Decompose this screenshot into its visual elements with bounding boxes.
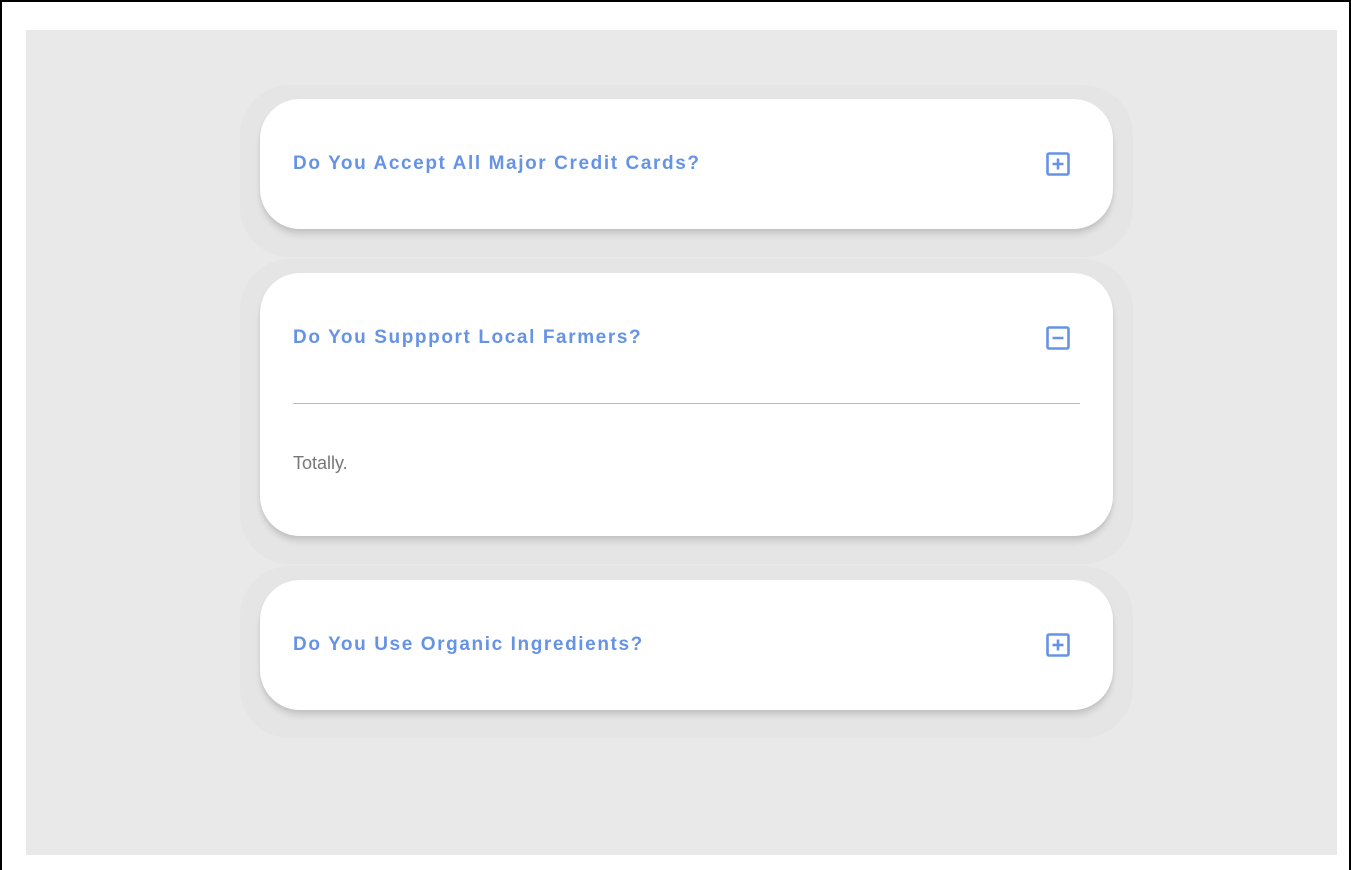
faq-toggle-header[interactable]: Do You Accept All Major Credit Cards?: [260, 99, 1113, 229]
faq-item-wrapper: Do You Accept All Major Credit Cards?: [240, 85, 1133, 257]
faq-item-wrapper: Do You Suppport Local Farmers? Totally.: [240, 259, 1133, 564]
faq-item-credit-cards: Do You Accept All Major Credit Cards?: [260, 99, 1113, 229]
faq-item-local-farmers: Do You Suppport Local Farmers? Totally.: [260, 273, 1113, 536]
page-background: Do You Accept All Major Credit Cards? Do…: [26, 30, 1337, 855]
faq-toggle-header[interactable]: Do You Suppport Local Farmers?: [260, 273, 1113, 403]
faq-item-wrapper: Do You Use Organic Ingredients?: [240, 566, 1133, 738]
minus-square-icon[interactable]: [1046, 326, 1070, 350]
faq-question: Do You Suppport Local Farmers?: [293, 327, 643, 348]
faq-question: Do You Use Organic Ingredients?: [293, 634, 644, 655]
plus-square-icon[interactable]: [1046, 152, 1070, 176]
faq-item-organic-ingredients: Do You Use Organic Ingredients?: [260, 580, 1113, 710]
faq-answer: Totally.: [293, 453, 348, 473]
faq-list: Do You Accept All Major Credit Cards? Do…: [240, 85, 1133, 754]
plus-square-icon[interactable]: [1046, 633, 1070, 657]
faq-toggle-header[interactable]: Do You Use Organic Ingredients?: [260, 580, 1113, 710]
page-frame: Do You Accept All Major Credit Cards? Do…: [0, 0, 1351, 870]
faq-answer-panel: Totally.: [260, 403, 1113, 536]
faq-question: Do You Accept All Major Credit Cards?: [293, 153, 701, 174]
